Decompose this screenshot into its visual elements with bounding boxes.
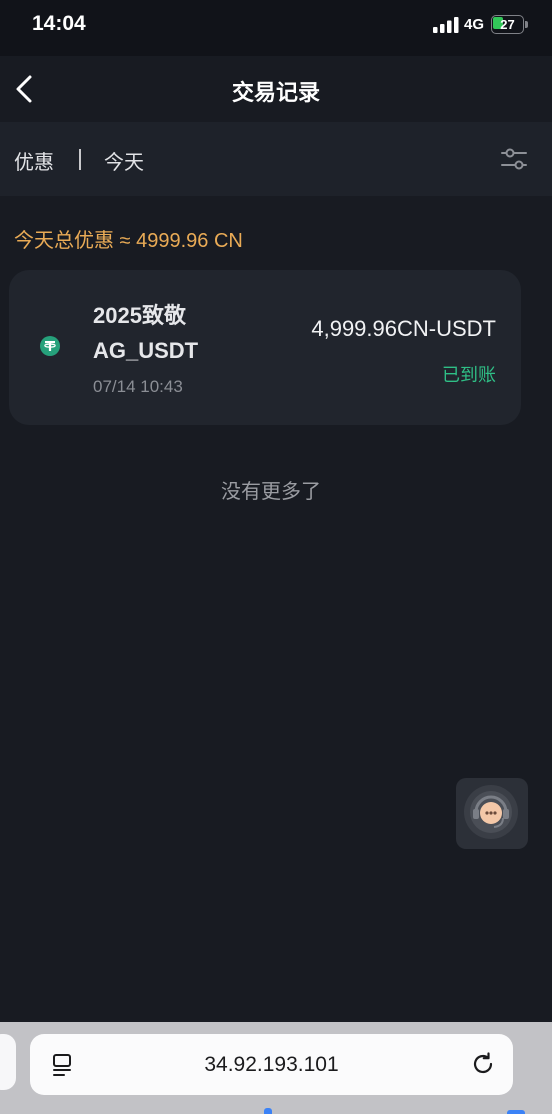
transaction-record[interactable]: 2025致敬AG_USDT 07/14 10:43 4,999.96CN-USD…	[9, 270, 521, 425]
battery-icon: 27	[491, 15, 528, 34]
browser-toolbar: 34.92.193.101	[0, 1022, 552, 1114]
status-badge: 已到账	[442, 365, 496, 385]
toolbar-peek	[507, 1110, 525, 1114]
nav-bar: 交易记录	[0, 56, 552, 122]
status-time: 14:04	[32, 12, 86, 35]
signal-icon	[433, 17, 459, 33]
previous-tab-peek[interactable]	[0, 1034, 16, 1090]
network-type: 4G	[464, 16, 485, 33]
toolbar-peek	[264, 1108, 272, 1114]
address-bar[interactable]: 34.92.193.101	[30, 1034, 513, 1095]
tether-usdt-icon	[40, 336, 60, 356]
filter-divider	[79, 149, 81, 170]
reload-icon[interactable]	[470, 1051, 496, 1077]
record-time: 07/14 10:43	[93, 377, 183, 396]
list-end-text: 没有更多了	[221, 481, 321, 503]
total-discount-summary: 今天总优惠 ≈ 4999.96 CN	[14, 230, 243, 252]
status-bar: 14:04 4G 27	[0, 0, 552, 56]
filter-bar: 优惠 今天	[0, 122, 552, 196]
url-text: 34.92.193.101	[204, 1053, 339, 1076]
record-amount: 4,999.96CN-USDT	[311, 316, 496, 341]
sliders-icon[interactable]	[500, 146, 528, 172]
battery-level: 27	[500, 17, 515, 32]
customer-service-icon	[464, 785, 518, 839]
filter-type-selector[interactable]: 优惠	[14, 146, 54, 175]
page-title: 交易记录	[231, 80, 320, 105]
customer-service-button[interactable]	[456, 778, 528, 849]
filter-date-selector[interactable]: 今天	[104, 146, 144, 175]
record-name: 2025致敬AG_USDT	[93, 303, 199, 363]
